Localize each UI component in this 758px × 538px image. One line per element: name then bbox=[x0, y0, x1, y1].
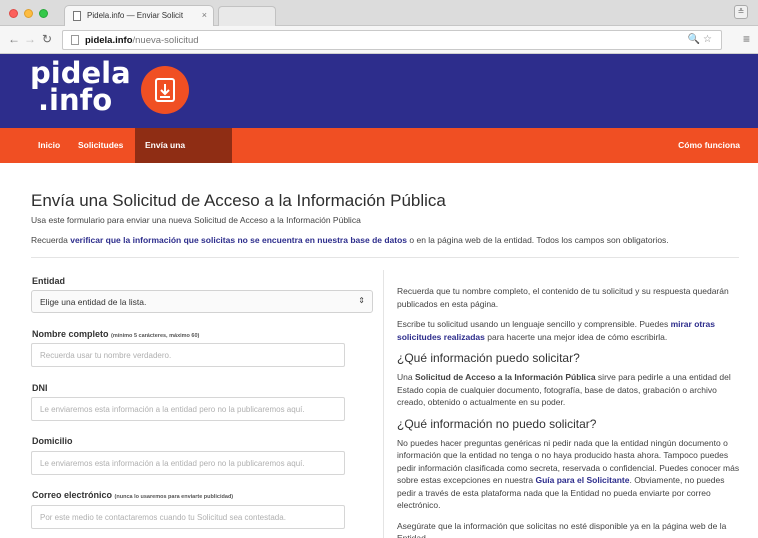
nav-solicitudes[interactable]: Solicitudes bbox=[68, 128, 133, 163]
help-p3-prefix: Una bbox=[397, 372, 415, 382]
page-info-icon[interactable] bbox=[71, 35, 79, 45]
help-paragraph-2: Escribe tu solicitud usando un lenguaje … bbox=[397, 318, 742, 343]
help-p3-bold: Solicitud de Acceso a la Información Púb… bbox=[414, 372, 596, 382]
zoom-and-bookmark-icons[interactable]: 🔍☆ bbox=[688, 34, 715, 45]
site-logo[interactable]: pidela .info bbox=[30, 59, 131, 117]
browser-tab-active[interactable]: Pidela.info — Enviar Solicit × bbox=[64, 5, 214, 27]
correo-label: Correo electrónico (nunca lo usaremos pa… bbox=[32, 490, 233, 500]
browser-window: Pidela.info — Enviar Solicit × ≗ ← → ↻ p… bbox=[0, 0, 758, 538]
domicilio-label: Domicilio bbox=[32, 436, 73, 446]
help-paragraph-3: Una Solicitud de Acceso a la Información… bbox=[397, 371, 742, 409]
nombre-hint: (mínimo 5 carácteres, máximo 60) bbox=[111, 333, 200, 339]
domicilio-input[interactable]: Le enviaremos esta información a la enti… bbox=[31, 451, 345, 475]
help-p2-suffix: para hacerte una mejor idea de cómo escr… bbox=[484, 331, 668, 342]
dni-label: DNI bbox=[32, 383, 48, 393]
column-divider bbox=[383, 270, 384, 538]
browser-toolbar: ← → ↻ pidela.info/nueva-solicitud 🔍☆ ≡ bbox=[0, 26, 758, 54]
nav-inicio[interactable]: Inicio bbox=[28, 128, 70, 163]
help-heading-1: ¿Qué información puedo solicitar? bbox=[397, 351, 580, 365]
page-subtitle: Usa este formulario para enviar una nuev… bbox=[31, 215, 361, 225]
menu-icon[interactable]: ≡ bbox=[743, 32, 750, 46]
minimize-window-button[interactable] bbox=[24, 9, 33, 18]
divider bbox=[31, 257, 739, 258]
help-sidebar: Recuerda que tu nombre completo, el cont… bbox=[397, 285, 742, 538]
nav-como-funciona[interactable]: Cómo funciona bbox=[678, 128, 740, 163]
help-p2-prefix: Escribe tu solicitud usando un lenguaje … bbox=[397, 319, 671, 329]
nombre-label: Nombre completo (mínimo 5 carácteres, má… bbox=[32, 329, 199, 339]
help-paragraph-5: Asegúrate que la información que solicit… bbox=[397, 520, 727, 538]
back-arrow-icon[interactable]: ← bbox=[7, 32, 21, 46]
logo-line2: .info bbox=[38, 83, 113, 117]
forward-arrow-icon[interactable]: → bbox=[23, 32, 37, 46]
site-header: pidela .info bbox=[0, 54, 758, 128]
address-bar[interactable]: pidela.info/nueva-solicitud 🔍☆ bbox=[62, 30, 722, 50]
logo-document-icon bbox=[141, 66, 189, 114]
tab-title: Pidela.info — Enviar Solicit bbox=[87, 11, 184, 20]
url-host: pidela.info bbox=[85, 35, 133, 46]
tab-strip: Pidela.info — Enviar Solicit × ≗ bbox=[0, 0, 758, 27]
page-icon bbox=[73, 11, 81, 21]
verify-database-link[interactable]: verificar que la información que solicit… bbox=[70, 235, 407, 245]
reminder-prefix: Recuerda bbox=[31, 235, 71, 245]
entidad-label: Entidad bbox=[32, 276, 65, 286]
nombre-label-text: Nombre completo bbox=[32, 329, 109, 339]
help-paragraph-1: Recuerda que tu nombre completo, el cont… bbox=[397, 286, 729, 309]
guide-link[interactable]: Guía para el Solicitante bbox=[535, 475, 629, 485]
main-nav: Inicio Solicitudes Envía una solicitud C… bbox=[0, 128, 758, 185]
entidad-selected-value: Elige una entidad de la lista. bbox=[40, 297, 147, 307]
profile-icon[interactable]: ≗ bbox=[734, 5, 748, 19]
nombre-input[interactable]: Recuerda usar tu nombre verdadero. bbox=[31, 343, 345, 367]
reload-icon[interactable]: ↻ bbox=[40, 32, 54, 46]
new-tab-button[interactable] bbox=[218, 6, 276, 26]
help-paragraph-4: No puedes hacer preguntas genéricas ni p… bbox=[397, 437, 742, 512]
help-heading-2: ¿Qué información no puedo solicitar? bbox=[397, 416, 597, 431]
correo-input[interactable]: Por este medio te contactaremos cuando t… bbox=[31, 505, 345, 529]
page-title: Envía una Solicitud de Acceso a la Infor… bbox=[31, 191, 446, 210]
reminder-text: Recuerda verificar que la información qu… bbox=[31, 235, 669, 245]
main-content: Envía una Solicitud de Acceso a la Infor… bbox=[0, 163, 758, 538]
url-path: /nueva-solicitud bbox=[132, 35, 199, 46]
correo-label-text: Correo electrónico bbox=[32, 490, 113, 500]
close-window-button[interactable] bbox=[9, 9, 18, 18]
maximize-window-button[interactable] bbox=[39, 9, 48, 18]
entidad-select[interactable]: Elige una entidad de la lista. ⇕ bbox=[31, 290, 373, 313]
dni-input[interactable]: Le enviaremos esta información a la enti… bbox=[31, 397, 345, 421]
nav-envia-solicitud[interactable]: Envía una solicitud bbox=[135, 128, 232, 185]
select-arrows-icon: ⇕ bbox=[358, 296, 365, 305]
reminder-suffix: o en la página web de la entidad. Todos … bbox=[407, 235, 669, 245]
correo-hint: (nunca lo usaremos para enviarte publici… bbox=[114, 494, 234, 500]
tab-close-icon[interactable]: × bbox=[202, 10, 207, 20]
